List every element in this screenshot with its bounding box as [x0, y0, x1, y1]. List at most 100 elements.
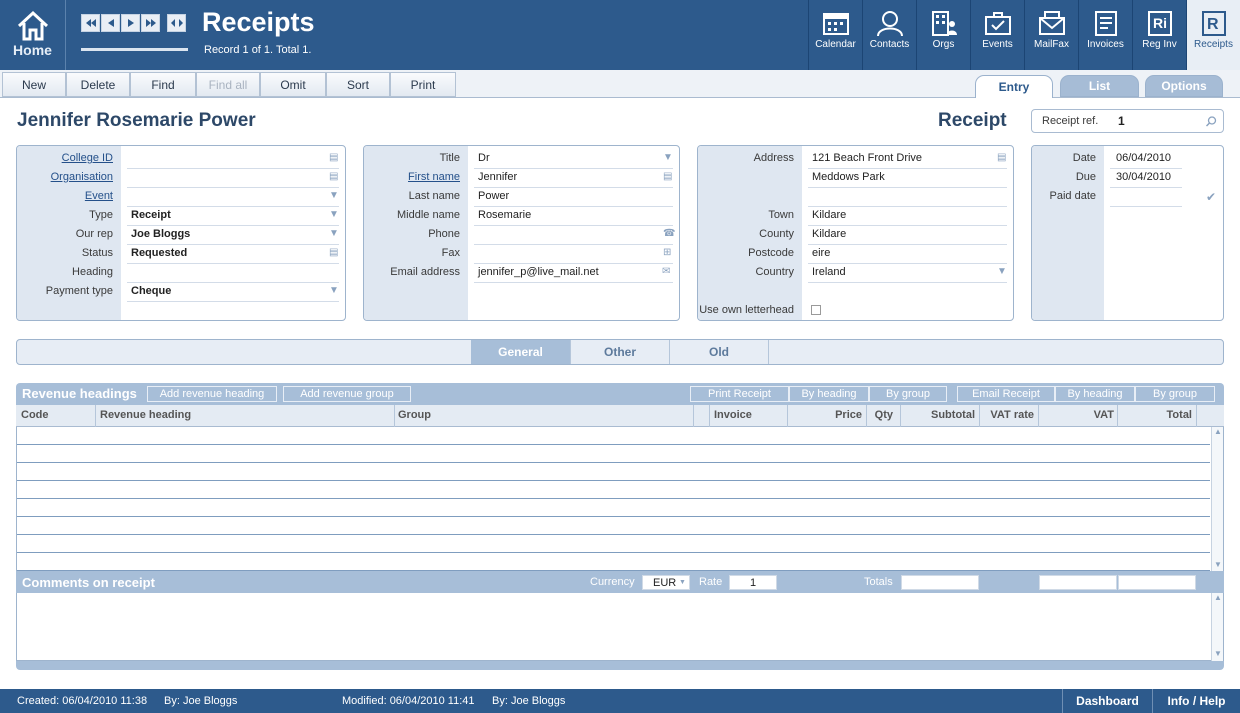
phone-icon[interactable]: ☎ [663, 228, 675, 239]
print-button[interactable]: Print [390, 72, 456, 97]
table-row[interactable] [17, 553, 1210, 571]
add-revenue-heading-button[interactable]: Add revenue heading [147, 386, 277, 402]
college-id-label[interactable]: College ID [62, 152, 113, 164]
email-field[interactable]: jennifer_p@live_mail.net [478, 266, 599, 278]
due-field[interactable]: 30/04/2010 [1116, 171, 1171, 183]
delete-button[interactable]: Delete [66, 72, 130, 97]
dropdown-arrow-icon[interactable]: ▼ [329, 285, 339, 296]
notes-icon[interactable]: ▤ [663, 171, 672, 182]
col-price[interactable]: Price [790, 409, 862, 421]
module-orgs-button[interactable]: Orgs [916, 0, 970, 70]
omit-button[interactable]: Omit [260, 72, 326, 97]
scroll-up-icon[interactable]: ▲ [1214, 593, 1222, 602]
organisation-label[interactable]: Organisation [51, 171, 113, 183]
first-name-field[interactable]: Jennifer [478, 171, 517, 183]
table-row[interactable] [17, 517, 1210, 535]
receipt-ref-field[interactable]: Receipt ref. 1 [1031, 109, 1224, 133]
middle-name-field[interactable]: Rosemarie [478, 209, 531, 221]
notes-icon[interactable]: ▤ [329, 152, 338, 163]
col-vat[interactable]: VAT [1040, 409, 1114, 421]
scroll-up-icon[interactable]: ▲ [1214, 427, 1222, 436]
add-revenue-group-button[interactable]: Add revenue group [283, 386, 411, 402]
address-line1-field[interactable]: 121 Beach Front Drive [812, 152, 922, 164]
status-field[interactable]: Requested [131, 247, 187, 259]
title-field[interactable]: Dr [478, 152, 490, 164]
print-by-heading-button[interactable]: By heading [789, 386, 869, 402]
col-subtotal[interactable]: Subtotal [903, 409, 975, 421]
country-field[interactable]: Ireland [812, 266, 846, 278]
module-calendar-button[interactable]: Calendar [808, 0, 862, 70]
col-revenue-heading[interactable]: Revenue heading [100, 409, 191, 421]
module-contacts-button[interactable]: Contacts [862, 0, 916, 70]
module-invoices-button[interactable]: Invoices [1078, 0, 1132, 70]
table-scrollbar[interactable]: ▲ ▼ [1211, 427, 1223, 571]
find-button[interactable]: Find [130, 72, 196, 97]
col-qty[interactable]: Qty [868, 409, 893, 421]
email-by-group-button[interactable]: By group [1135, 386, 1215, 402]
dropdown-arrow-icon[interactable]: ▼ [329, 190, 339, 201]
table-row[interactable] [17, 463, 1210, 481]
module-events-button[interactable]: Events [970, 0, 1024, 70]
toggle-nav-button[interactable] [167, 14, 186, 32]
notes-icon[interactable]: ▤ [329, 171, 338, 182]
type-field[interactable]: Receipt [131, 209, 171, 221]
payment-type-field[interactable]: Cheque [131, 285, 171, 297]
next-record-button[interactable] [121, 14, 140, 32]
table-row[interactable] [17, 535, 1210, 553]
our-rep-field[interactable]: Joe Bloggs [131, 228, 190, 240]
find-all-button[interactable]: Find all [196, 72, 260, 97]
print-by-group-button[interactable]: By group [869, 386, 947, 402]
tab-entry[interactable]: Entry [975, 75, 1053, 98]
checkmark-icon[interactable]: ✔ [1206, 190, 1216, 204]
town-field[interactable]: Kildare [812, 209, 846, 221]
tab-old[interactable]: Old [670, 340, 769, 364]
envelope-icon[interactable]: ✉ [662, 266, 670, 277]
event-label[interactable]: Event [85, 190, 113, 202]
last-record-button[interactable] [141, 14, 160, 32]
table-row[interactable] [17, 499, 1210, 517]
first-name-label[interactable]: First name [408, 171, 460, 183]
sort-button[interactable]: Sort [326, 72, 390, 97]
county-field[interactable]: Kildare [812, 228, 846, 240]
module-receipts-button[interactable]: R Receipts [1186, 0, 1240, 70]
currency-select[interactable]: EUR ▼ [642, 575, 690, 590]
dropdown-arrow-icon[interactable]: ▼ [663, 152, 673, 163]
dropdown-arrow-icon[interactable]: ▼ [329, 228, 339, 239]
letterhead-checkbox[interactable] [811, 305, 821, 315]
table-row[interactable] [17, 481, 1210, 499]
first-record-button[interactable] [81, 14, 100, 32]
table-row[interactable] [17, 445, 1210, 463]
scroll-down-icon[interactable]: ▼ [1214, 649, 1222, 658]
new-button[interactable]: New [2, 72, 66, 97]
date-field[interactable]: 06/04/2010 [1116, 152, 1171, 164]
comments-scrollbar[interactable]: ▲ ▼ [1211, 593, 1223, 661]
col-vat-rate[interactable]: VAT rate [981, 409, 1034, 421]
notes-icon[interactable]: ▤ [329, 247, 338, 258]
home-button[interactable]: Home [0, 0, 66, 70]
scroll-down-icon[interactable]: ▼ [1214, 560, 1222, 569]
col-group[interactable]: Group [398, 409, 431, 421]
print-receipt-button[interactable]: Print Receipt [690, 386, 789, 402]
search-icon[interactable] [1206, 116, 1217, 127]
tab-list[interactable]: List [1060, 75, 1139, 97]
email-receipt-button[interactable]: Email Receipt [957, 386, 1055, 402]
module-mailfax-button[interactable]: MailFax [1024, 0, 1078, 70]
col-invoice[interactable]: Invoice [714, 409, 752, 421]
rate-field[interactable]: 1 [729, 575, 777, 590]
tab-general[interactable]: General [471, 340, 571, 364]
info-help-button[interactable]: Info / Help [1152, 689, 1240, 713]
email-by-heading-button[interactable]: By heading [1055, 386, 1135, 402]
table-row[interactable] [17, 427, 1210, 445]
comments-textarea[interactable] [16, 593, 1224, 661]
dropdown-arrow-icon[interactable]: ▼ [329, 209, 339, 220]
postcode-field[interactable]: eire [812, 247, 830, 259]
dropdown-arrow-icon[interactable]: ▼ [997, 266, 1007, 277]
tab-options[interactable]: Options [1145, 75, 1223, 97]
col-code[interactable]: Code [21, 409, 49, 421]
address-line2-field[interactable]: Meddows Park [812, 171, 885, 183]
col-total[interactable]: Total [1119, 409, 1192, 421]
dashboard-button[interactable]: Dashboard [1062, 689, 1152, 713]
tab-other[interactable]: Other [571, 340, 670, 364]
last-name-field[interactable]: Power [478, 190, 509, 202]
notes-icon[interactable]: ▤ [997, 152, 1006, 163]
